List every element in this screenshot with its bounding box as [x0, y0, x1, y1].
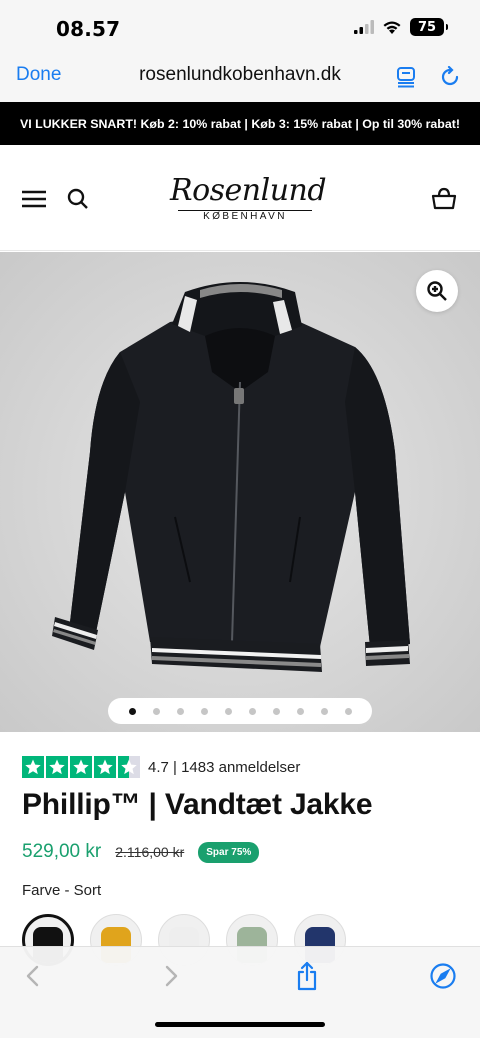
- reader-icon[interactable]: [392, 63, 420, 91]
- share-icon[interactable]: [292, 961, 322, 991]
- price-row: 529,00 kr 2.116,00 kr Spar 75%: [22, 841, 260, 863]
- browser-toolbar-top: Done rosenlundkobenhavn.dk: [0, 54, 480, 102]
- gallery-pagination[interactable]: [108, 698, 372, 724]
- gallery-dot[interactable]: [344, 707, 352, 715]
- gallery-dot[interactable]: [272, 707, 280, 715]
- zoom-icon: [427, 281, 447, 301]
- battery-indicator: 75: [410, 18, 448, 36]
- search-icon[interactable]: [64, 185, 92, 213]
- logo-script: Rosenlund: [170, 173, 327, 208]
- trustpilot-stars: [22, 756, 140, 778]
- status-time: 08.57: [56, 17, 121, 41]
- status-icons: 75: [354, 18, 448, 36]
- star-icon: [46, 756, 68, 778]
- promo-banner[interactable]: VI LUKKER SNART! Køb 2: 10% rabat | Køb …: [0, 102, 480, 145]
- gallery-dot[interactable]: [320, 707, 328, 715]
- current-price: 529,00 kr: [22, 841, 102, 862]
- discount-badge: Spar 75%: [198, 841, 260, 863]
- rating-text: 4.7 | 1483 anmeldelser: [148, 758, 301, 776]
- zoom-button[interactable]: [416, 270, 458, 312]
- site-header: Rosenlund KØBENHAVN: [0, 145, 480, 251]
- back-icon[interactable]: [18, 961, 48, 991]
- compass-icon[interactable]: [428, 961, 458, 991]
- site-logo[interactable]: Rosenlund KØBENHAVN: [170, 173, 327, 233]
- logo-subtitle: KØBENHAVN: [203, 211, 287, 222]
- gallery-dot[interactable]: [200, 707, 208, 715]
- product-gallery[interactable]: [0, 252, 480, 732]
- rating-row[interactable]: 4.7 | 1483 anmeldelser: [22, 756, 300, 778]
- star-icon: [70, 756, 92, 778]
- product-image-jacket: [52, 282, 410, 672]
- original-price: 2.116,00 kr: [115, 844, 185, 860]
- wifi-icon: [383, 21, 401, 34]
- star-icon: [118, 756, 140, 778]
- product-title: Phillip™ | Vandtæt Jakke: [22, 788, 373, 821]
- menu-icon[interactable]: [20, 185, 48, 213]
- gallery-dot[interactable]: [176, 707, 184, 715]
- home-indicator[interactable]: [155, 1022, 325, 1027]
- logo-divider: [178, 210, 312, 211]
- gallery-dot[interactable]: [224, 707, 232, 715]
- star-icon: [94, 756, 116, 778]
- gallery-dot[interactable]: [248, 707, 256, 715]
- gallery-dot[interactable]: [296, 707, 304, 715]
- color-label: Farve - Sort: [22, 882, 102, 899]
- gallery-dot[interactable]: [152, 707, 160, 715]
- gallery-dot[interactable]: [128, 707, 136, 715]
- reload-icon[interactable]: [436, 63, 464, 91]
- signal-icon: [354, 20, 374, 34]
- basket-icon[interactable]: [430, 185, 458, 213]
- forward-icon[interactable]: [156, 961, 186, 991]
- status-bar: 08.57 75: [0, 0, 480, 54]
- star-icon: [22, 756, 44, 778]
